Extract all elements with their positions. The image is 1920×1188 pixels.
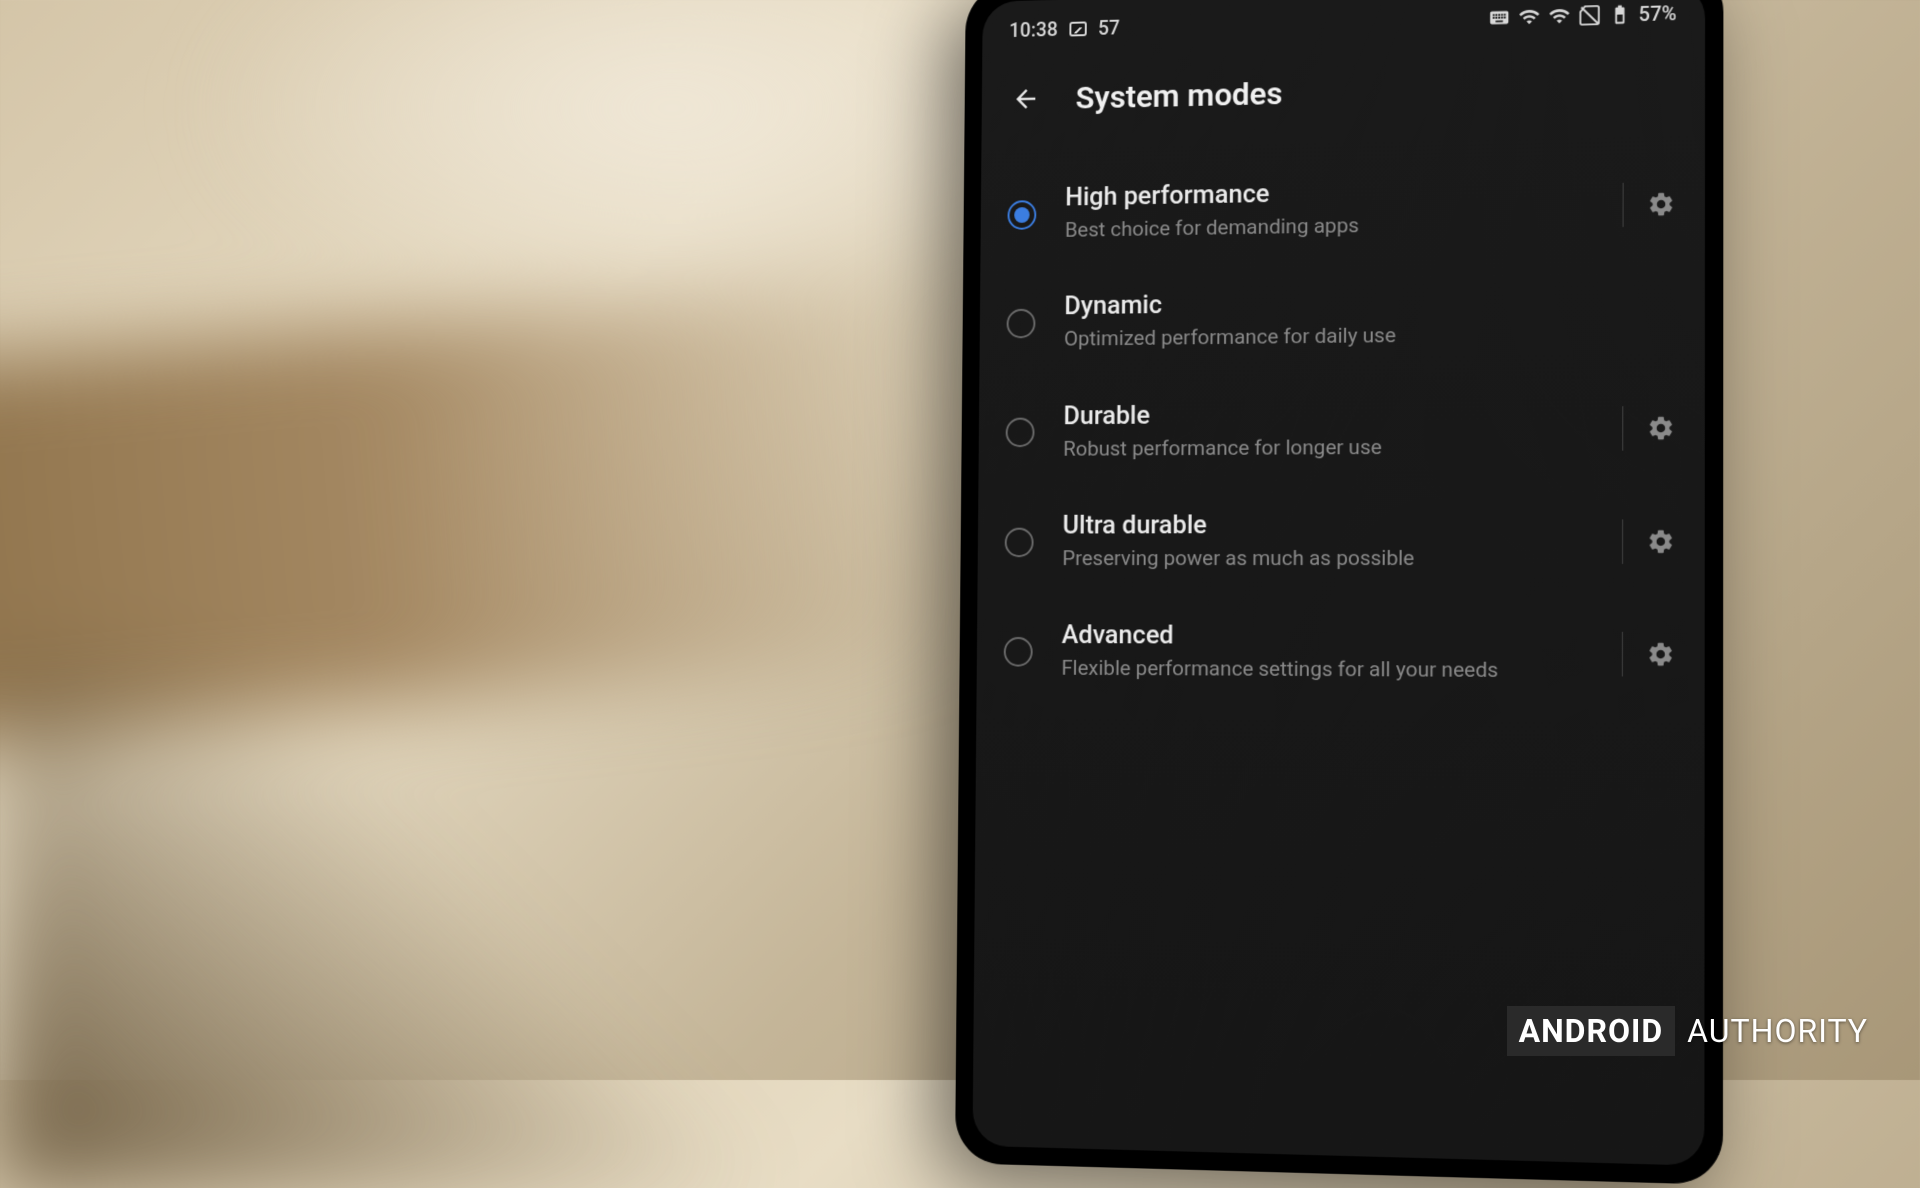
- option-text: High performance Best choice for demandi…: [1065, 173, 1601, 245]
- option-divider: [1622, 632, 1623, 677]
- option-desc: Optimized performance for daily use: [1064, 319, 1676, 354]
- page-header: System modes: [982, 34, 1706, 141]
- mode-option-advanced[interactable]: Advanced Flexible performance settings f…: [976, 597, 1704, 711]
- settings-button-ultra-durable[interactable]: [1645, 526, 1676, 556]
- page-title: System modes: [1075, 74, 1282, 116]
- option-title: Durable: [1063, 397, 1600, 431]
- status-time: 10:38: [1009, 17, 1058, 42]
- settings-button-durable[interactable]: [1646, 413, 1677, 444]
- gear-icon: [1647, 414, 1676, 443]
- wifi-icon-secondary: [1548, 5, 1570, 28]
- watermark: ANDROID AUTHORITY: [1507, 1006, 1880, 1056]
- phone-screen: 10:38 57: [972, 0, 1705, 1166]
- radio-dynamic[interactable]: [1007, 309, 1036, 339]
- option-title: Advanced: [1062, 621, 1600, 653]
- option-desc: Flexible performance settings for all yo…: [1061, 655, 1599, 686]
- radio-advanced[interactable]: [1004, 637, 1033, 667]
- option-title: High performance: [1065, 173, 1600, 212]
- mode-option-ultra-durable[interactable]: Ultra durable Preserving power as much a…: [977, 485, 1704, 598]
- settings-button-high-performance[interactable]: [1646, 189, 1677, 220]
- option-text: Durable Robust performance for longer us…: [1063, 397, 1600, 464]
- status-bar-right: 57%: [1488, 1, 1677, 30]
- keyboard-icon: [1488, 6, 1510, 28]
- back-arrow-icon: [1011, 84, 1040, 114]
- option-text: Ultra durable Preserving power as much a…: [1062, 509, 1600, 573]
- option-text: Dynamic Optimized performance for daily …: [1064, 284, 1676, 354]
- battery-icon: [1608, 3, 1630, 26]
- system-modes-list: High performance Best choice for demandi…: [976, 127, 1705, 732]
- watermark-suffix: AUTHORITY: [1675, 1006, 1880, 1056]
- status-notification-count: 57: [1098, 16, 1120, 40]
- option-divider: [1622, 519, 1623, 564]
- mode-option-high-performance[interactable]: High performance Best choice for demandi…: [980, 147, 1705, 270]
- option-desc: Best choice for demanding apps: [1065, 208, 1600, 245]
- option-divider: [1623, 182, 1624, 226]
- radio-durable[interactable]: [1006, 418, 1035, 448]
- status-bar-left: 10:38 57: [1009, 16, 1120, 42]
- gear-icon: [1646, 527, 1675, 555]
- gear-icon: [1646, 640, 1675, 669]
- back-button[interactable]: [1008, 81, 1043, 117]
- picture-icon: [1067, 17, 1088, 39]
- option-divider: [1622, 407, 1623, 451]
- radio-ultra-durable[interactable]: [1005, 527, 1034, 557]
- option-title: Ultra durable: [1062, 509, 1599, 540]
- gear-icon: [1647, 190, 1675, 219]
- no-sim-icon: [1578, 4, 1600, 27]
- option-desc: Preserving power as much as possible: [1062, 545, 1599, 574]
- radio-high-performance[interactable]: [1007, 200, 1036, 230]
- mode-option-durable[interactable]: Durable Robust performance for longer us…: [978, 372, 1704, 488]
- option-text: Advanced Flexible performance settings f…: [1061, 621, 1599, 687]
- option-desc: Robust performance for longer use: [1063, 432, 1600, 463]
- settings-button-advanced[interactable]: [1645, 639, 1676, 670]
- mode-option-dynamic[interactable]: Dynamic Optimized performance for daily …: [979, 259, 1705, 378]
- option-title: Dynamic: [1064, 284, 1676, 321]
- battery-percent: 57%: [1639, 1, 1677, 26]
- watermark-brand: ANDROID: [1507, 1006, 1676, 1056]
- wifi-icon: [1518, 6, 1540, 28]
